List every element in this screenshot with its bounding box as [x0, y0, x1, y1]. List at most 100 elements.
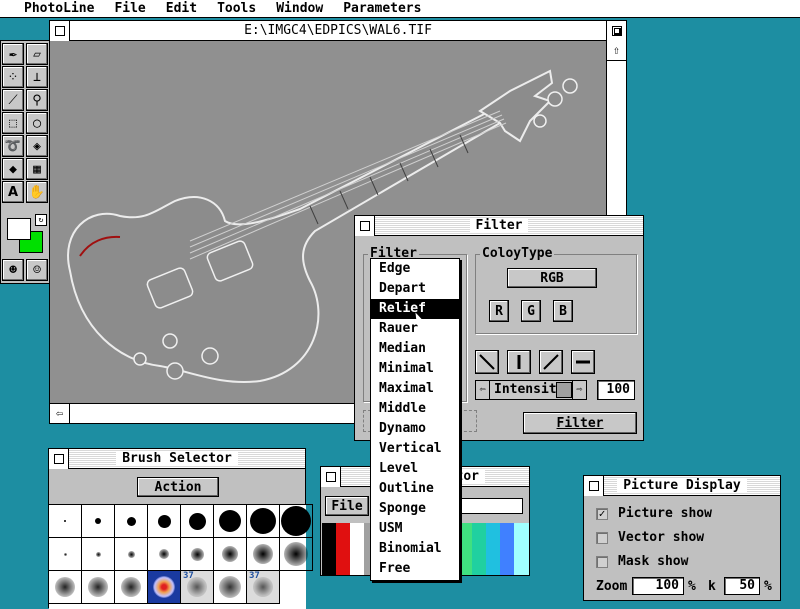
menu-parameters[interactable]: Parameters [343, 1, 421, 16]
intensity-value-field[interactable]: 100 [597, 380, 635, 400]
hand-icon[interactable]: ✋ [26, 181, 48, 203]
filter-option[interactable]: Binomial [371, 539, 459, 559]
scatter-icon[interactable]: ⁘ [2, 66, 24, 88]
menu-tools[interactable]: Tools [217, 1, 256, 16]
ellipse-select-icon[interactable]: ◯ [26, 112, 48, 134]
color-file-button[interactable]: File [325, 496, 369, 516]
filter-option[interactable]: Edge [371, 259, 459, 279]
brush-cell[interactable] [213, 504, 247, 538]
brush-cell[interactable] [279, 537, 313, 571]
filter-option[interactable]: Middle [371, 399, 459, 419]
brush-cell[interactable] [147, 537, 181, 571]
eyedropper-icon[interactable]: ⟋ [2, 89, 24, 111]
direction-diagonal-up-icon[interactable] [539, 350, 563, 374]
brush-cell[interactable] [114, 504, 148, 538]
slider-right-arrow-icon[interactable]: ⇨ [572, 381, 586, 399]
close-box[interactable] [49, 449, 69, 469]
filter-option[interactable]: Minimal [371, 359, 459, 379]
channel-r-button[interactable]: R [489, 300, 509, 322]
filter-option[interactable]: Sponge [371, 499, 459, 519]
slider-left-arrow-icon[interactable]: ⇦ [476, 381, 490, 399]
picture-show-checkbox[interactable]: ✓ [596, 507, 608, 520]
brush-cell[interactable] [246, 504, 280, 538]
direction-horizontal-icon[interactable] [571, 350, 595, 374]
fill-icon[interactable]: ◆ [2, 158, 24, 180]
filter-option[interactable]: Outline [371, 479, 459, 499]
slider-thumb[interactable] [556, 382, 572, 398]
brush-cell-selected[interactable] [147, 570, 181, 604]
swap-colors-icon[interactable]: ↻ [35, 214, 47, 226]
eraser-icon[interactable]: ▱ [26, 43, 48, 65]
channel-b-button[interactable]: B [553, 300, 573, 322]
image-window-titlebar[interactable]: E:\IMGC4\EDPICS\WAL6.TIF [50, 21, 626, 41]
brush-cell[interactable] [147, 504, 181, 538]
filter-option[interactable]: Dynamo [371, 419, 459, 439]
brush-cell[interactable] [81, 537, 115, 571]
menu-window[interactable]: Window [276, 1, 323, 16]
mask-show-checkbox[interactable] [596, 555, 608, 568]
brush-cell[interactable] [213, 537, 247, 571]
brush-cell[interactable]: 37 [180, 570, 214, 604]
brush-cell[interactable] [279, 504, 313, 538]
direction-vertical-icon[interactable] [507, 350, 531, 374]
foreground-color-swatch[interactable] [7, 218, 31, 240]
brush-cell[interactable] [48, 537, 82, 571]
intensity-slider[interactable]: ⇦ Intensity ⇨ [475, 380, 587, 400]
filter-option[interactable]: USM [371, 519, 459, 539]
pen-icon[interactable]: ✒ [2, 43, 24, 65]
picture-show-option[interactable]: ✓ Picture show [596, 506, 712, 521]
brush-cell[interactable] [246, 537, 280, 571]
close-box[interactable] [584, 476, 604, 496]
brush-cell[interactable] [180, 537, 214, 571]
filter-dropdown-list[interactable]: Edge Depart Relief Rauer Median Minimal … [370, 258, 460, 581]
scroll-up-arrow-icon[interactable]: ⇧ [607, 41, 626, 61]
fuller-box[interactable] [606, 21, 626, 41]
color-name-field[interactable] [457, 498, 523, 514]
bucket-icon[interactable]: ◈ [26, 135, 48, 157]
brush-cell[interactable]: 37 [246, 570, 280, 604]
menu-photoline[interactable]: PhotoLine [24, 1, 94, 16]
brush-cell[interactable] [114, 570, 148, 604]
close-box[interactable] [50, 21, 70, 41]
lasso-icon[interactable]: ➰ [2, 135, 24, 157]
brush-selector-titlebar[interactable]: Brush Selector [49, 449, 305, 469]
action-button[interactable]: Action [137, 477, 219, 497]
brush-cell[interactable] [81, 504, 115, 538]
zoom-value-field[interactable]: 100 [632, 577, 684, 595]
stamp-icon[interactable]: ⊥ [26, 66, 48, 88]
k-value-field[interactable]: 50 [724, 577, 760, 595]
direction-diagonal-down-icon[interactable] [475, 350, 499, 374]
filter-dialog-titlebar[interactable]: Filter [355, 216, 643, 236]
mask-show-option[interactable]: Mask show [596, 554, 688, 569]
vector-show-checkbox[interactable] [596, 531, 608, 544]
brush-cell[interactable] [180, 504, 214, 538]
vector-show-option[interactable]: Vector show [596, 530, 704, 545]
mask-icon[interactable]: ☻ [2, 259, 24, 281]
filter-option[interactable]: Maximal [371, 379, 459, 399]
brush-cell[interactable] [48, 504, 82, 538]
filter-option[interactable]: Level [371, 459, 459, 479]
scroll-left-arrow-icon[interactable]: ⇦ [50, 404, 70, 423]
brush-cell[interactable] [213, 570, 247, 604]
mask-edit-icon[interactable]: ☺ [26, 259, 48, 281]
channel-g-button[interactable]: G [521, 300, 541, 322]
color-type-group: ColoyType [475, 246, 637, 334]
rect-select-icon[interactable]: ⬚ [2, 112, 24, 134]
brush-cell[interactable] [81, 570, 115, 604]
gradient-icon[interactable]: ▦ [26, 158, 48, 180]
picture-display-titlebar[interactable]: Picture Display [584, 476, 780, 496]
magnifier-icon[interactable]: ⚲ [26, 89, 48, 111]
filter-option[interactable]: Depart [371, 279, 459, 299]
color-type-dropdown[interactable]: RGB [507, 268, 597, 288]
brush-cell[interactable] [48, 570, 82, 604]
apply-filter-button[interactable]: Filter [523, 412, 637, 434]
close-box[interactable] [355, 216, 375, 236]
filter-option[interactable]: Free [371, 559, 459, 579]
menu-file[interactable]: File [114, 1, 145, 16]
close-box[interactable] [321, 467, 341, 487]
menu-edit[interactable]: Edit [166, 1, 197, 16]
text-icon[interactable]: A [2, 181, 24, 203]
filter-option[interactable]: Vertical [371, 439, 459, 459]
brush-cell[interactable] [114, 537, 148, 571]
filter-option[interactable]: Median [371, 339, 459, 359]
